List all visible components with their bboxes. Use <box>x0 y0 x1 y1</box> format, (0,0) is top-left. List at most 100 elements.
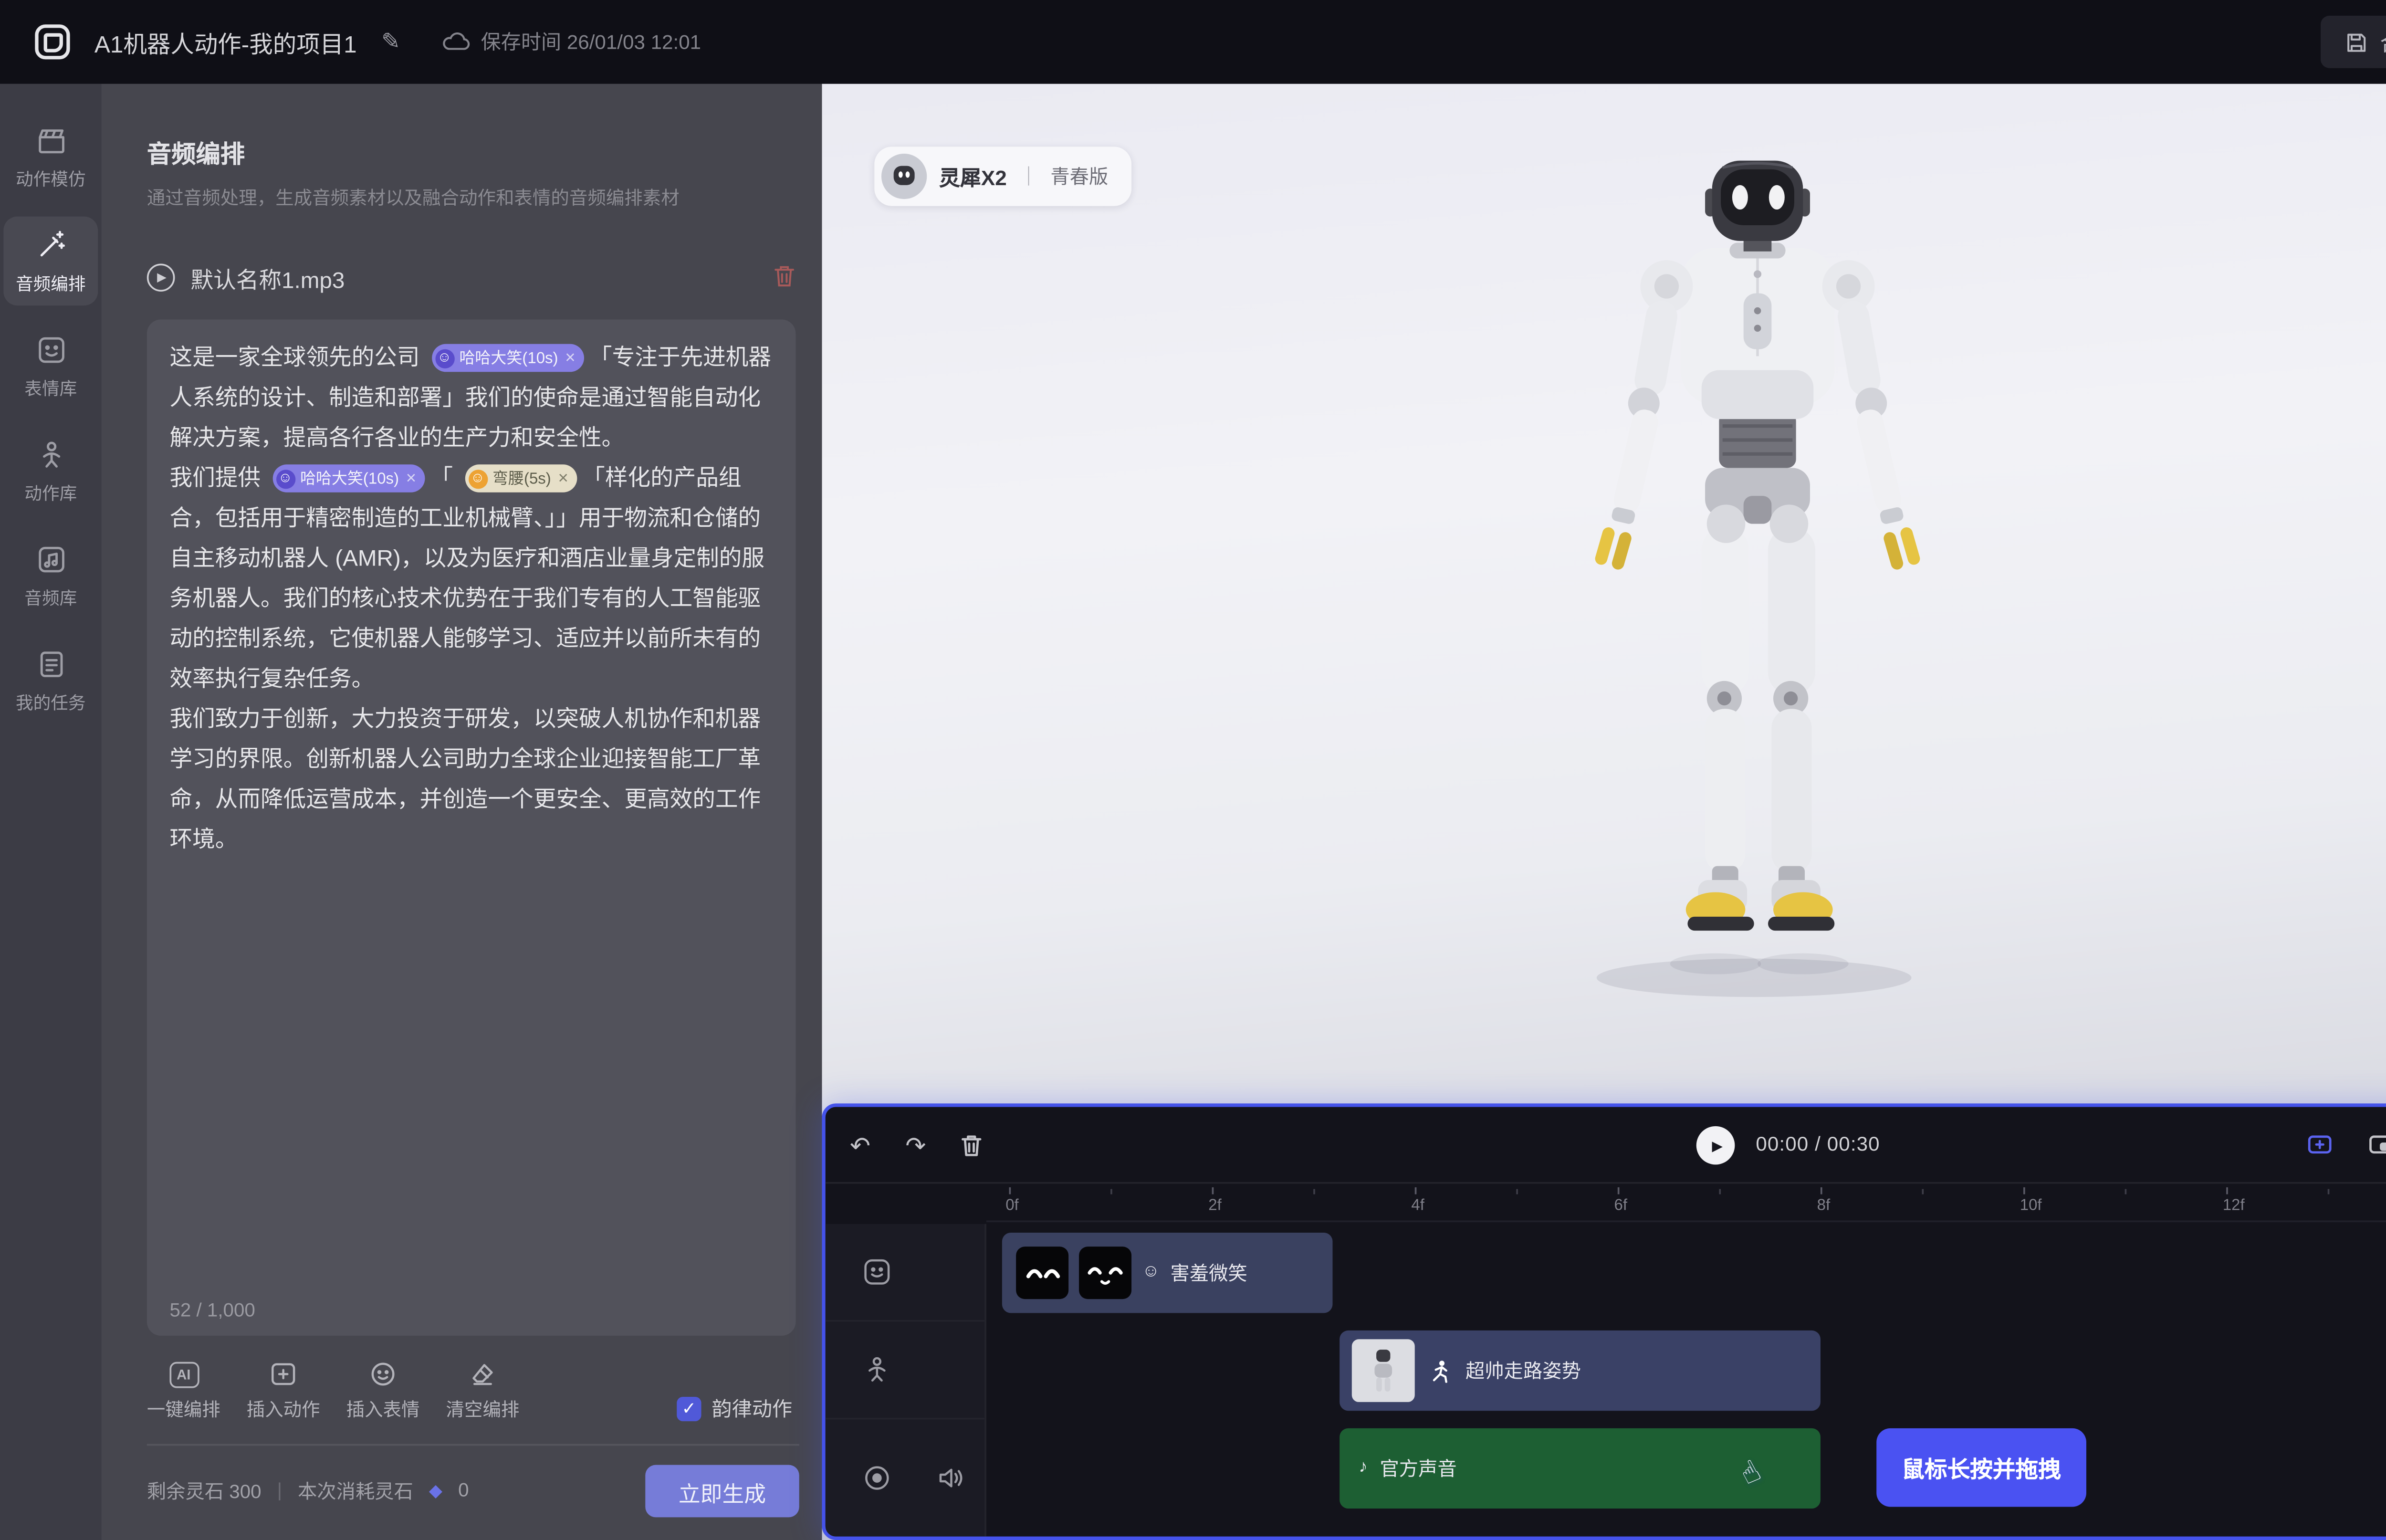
sidebar-item-audio-library[interactable]: 音频库 <box>3 531 98 620</box>
smile-icon <box>1142 1264 1160 1282</box>
checkbox-checked-icon <box>677 1397 701 1421</box>
magic-wand-icon <box>34 229 67 262</box>
ruler-tick: 6f <box>1618 1184 1821 1221</box>
audio-file-row[interactable]: 默认名称1.mp3 <box>147 253 796 302</box>
sidebar: 动作模仿 音频编排 表情库 动作库 音频库 我的任务 <box>0 84 102 1540</box>
app-window: A1机器人动作-我的项目1 保存时间 26/01/03 12:01 合成并保存 … <box>0 0 2386 1540</box>
timeline-play-button[interactable] <box>1696 1126 1735 1164</box>
project-title: A1机器人动作-我的项目1 <box>94 24 357 59</box>
merge-save-button[interactable]: 合成并保存 <box>2321 16 2386 68</box>
preview-window-icon[interactable] <box>2368 1133 2386 1156</box>
music-box-icon <box>34 543 67 576</box>
inline-tag-purple[interactable]: 哈哈大笑(10s)× <box>431 344 584 372</box>
audio-track-header <box>826 1420 984 1537</box>
sidebar-item-motion-imitation[interactable]: 动作模仿 <box>3 112 98 201</box>
timeline-panel: 00:00 / 00:30 0f2f4f6f8f10f12f14f16f <box>822 1103 2386 1540</box>
model-edition: 青春版 <box>1050 162 1108 190</box>
sidebar-item-expression-library[interactable]: 表情库 <box>3 321 98 410</box>
expression-track-header <box>826 1224 984 1322</box>
inline-tag-yellow[interactable]: 弯腰(5s)× <box>464 464 577 492</box>
topbar-actions: 合成并保存 下发到设备 <box>2321 16 2386 68</box>
rhythm-motion-checkbox[interactable]: 韵律动作 <box>677 1395 792 1423</box>
script-text[interactable]: 这是一家全球领先的公司 哈哈大笑(10s)×「专注于先进机器人系统的设计、制造和… <box>169 337 773 1290</box>
clapperboard-icon <box>34 124 67 157</box>
expression-track-icon[interactable] <box>862 1257 892 1287</box>
delete-clip-icon[interactable] <box>961 1132 984 1157</box>
audio-file-name: 默认名称1.mp3 <box>190 261 345 294</box>
model-badge: 灵犀X2 ｜ 青春版 <box>874 147 1131 206</box>
insert-motion-button[interactable]: 插入动作 <box>247 1360 320 1423</box>
ruler-tick: 8f <box>1821 1184 2023 1221</box>
audio-clip[interactable]: 官方声音 <box>1340 1428 1821 1509</box>
expression-clip[interactable]: 害羞微笑 <box>1002 1233 1333 1313</box>
remove-tag-icon[interactable]: × <box>558 458 568 498</box>
robot-model[interactable] <box>1548 147 1967 1019</box>
eraser-icon <box>469 1360 497 1388</box>
redo-icon[interactable] <box>905 1132 926 1157</box>
remaining-stones: 剩余灵石 300 <box>147 1477 262 1505</box>
ai-icon: AI <box>169 1362 199 1388</box>
consume-value: 0 <box>458 1481 469 1502</box>
speaker-icon[interactable] <box>936 1463 965 1493</box>
ruler-tick: 0f <box>1009 1184 1212 1221</box>
task-list-icon <box>34 648 67 681</box>
remove-tag-icon[interactable]: × <box>406 458 416 498</box>
delete-audio-icon[interactable] <box>773 263 796 293</box>
motion-track-header <box>826 1322 984 1420</box>
audio-arrange-panel: 音频编排 通过音频处理，生成音频素材以及融合动作和表情的音频编排素材 默认名称1… <box>102 84 822 1540</box>
hand-cursor-icon <box>1735 1454 1767 1493</box>
runner-icon <box>1431 1359 1450 1382</box>
edit-title-icon[interactable] <box>381 28 400 56</box>
consume-label: 本次消耗灵石 <box>298 1477 413 1505</box>
topbar: A1机器人动作-我的项目1 保存时间 26/01/03 12:01 合成并保存 … <box>0 0 2386 84</box>
save-time: 保存时间 26/01/03 12:01 <box>442 28 701 56</box>
remove-tag-icon[interactable]: × <box>565 338 575 378</box>
timeline-body: 害羞微笑 超帅走路姿势 官方声音 鼠标长按并拖拽 <box>826 1224 2386 1537</box>
laugh-emoji-icon <box>435 348 454 367</box>
fit-timeline-icon[interactable] <box>2307 1133 2333 1156</box>
script-editor[interactable]: 这是一家全球领先的公司 哈哈大笑(10s)×「专注于先进机器人系统的设计、制造和… <box>147 320 796 1336</box>
record-audio-icon[interactable] <box>862 1463 892 1493</box>
ruler-tick: 12f <box>2226 1184 2386 1221</box>
track-header-column <box>826 1224 986 1537</box>
timeline-ruler[interactable]: 0f2f4f6f8f10f12f14f16f <box>986 1184 2386 1222</box>
sidebar-item-audio-arrange[interactable]: 音频编排 <box>3 217 98 306</box>
insert-expression-button[interactable]: 插入表情 <box>346 1360 420 1423</box>
person-icon <box>34 438 67 471</box>
bow-emoji-icon <box>468 469 487 488</box>
play-audio-icon[interactable] <box>147 263 175 292</box>
model-avatar <box>881 154 927 199</box>
expression-thumb-2 <box>1079 1247 1131 1299</box>
audio-clip-label: 官方声音 <box>1380 1455 1456 1483</box>
music-note-icon <box>1359 1460 1367 1477</box>
motion-clip-label: 超帅走路姿势 <box>1465 1357 1581 1385</box>
expression-thumb-1 <box>1016 1247 1068 1299</box>
undo-icon[interactable] <box>850 1132 870 1157</box>
inline-tag-purple[interactable]: 哈哈大笑(10s)× <box>272 464 425 492</box>
smiley-box-icon <box>34 334 67 367</box>
time-display: 00:00 / 00:30 <box>1756 1135 1880 1156</box>
drag-hint-button[interactable]: 鼠标长按并拖拽 <box>1876 1428 2086 1507</box>
motion-clip[interactable]: 超帅走路姿势 <box>1340 1330 1821 1411</box>
sidebar-item-my-tasks[interactable]: 我的任务 <box>3 636 98 725</box>
gem-icon <box>429 1481 442 1500</box>
ruler-tick: 10f <box>2023 1184 2226 1221</box>
ruler-tick: 4f <box>1415 1184 1618 1221</box>
insert-motion-icon <box>269 1360 297 1388</box>
timeline-toolbar: 00:00 / 00:30 <box>826 1107 2386 1184</box>
editor-tools: AI 一键编排 插入动作 插入表情 清空编排 韵律动作 <box>147 1360 792 1423</box>
clear-arrange-button[interactable]: 清空编排 <box>446 1360 519 1423</box>
app-logo-icon <box>35 24 70 59</box>
motion-track-icon[interactable] <box>862 1355 892 1384</box>
model-name: 灵犀X2 <box>939 161 1007 191</box>
laugh-emoji-icon <box>276 469 295 488</box>
char-count: 52 / 1,000 <box>169 1301 773 1322</box>
expression-clip-label: 害羞微笑 <box>1170 1259 1247 1287</box>
one-click-arrange-button[interactable]: AI 一键编排 <box>147 1362 220 1423</box>
insert-expression-icon <box>369 1360 397 1388</box>
sidebar-item-motion-library[interactable]: 动作库 <box>3 426 98 515</box>
panel-title: 音频编排 <box>147 136 796 171</box>
save-icon <box>2345 31 2368 53</box>
generate-now-button[interactable]: 立即生成 <box>645 1465 799 1518</box>
cloud-save-icon <box>442 31 471 52</box>
